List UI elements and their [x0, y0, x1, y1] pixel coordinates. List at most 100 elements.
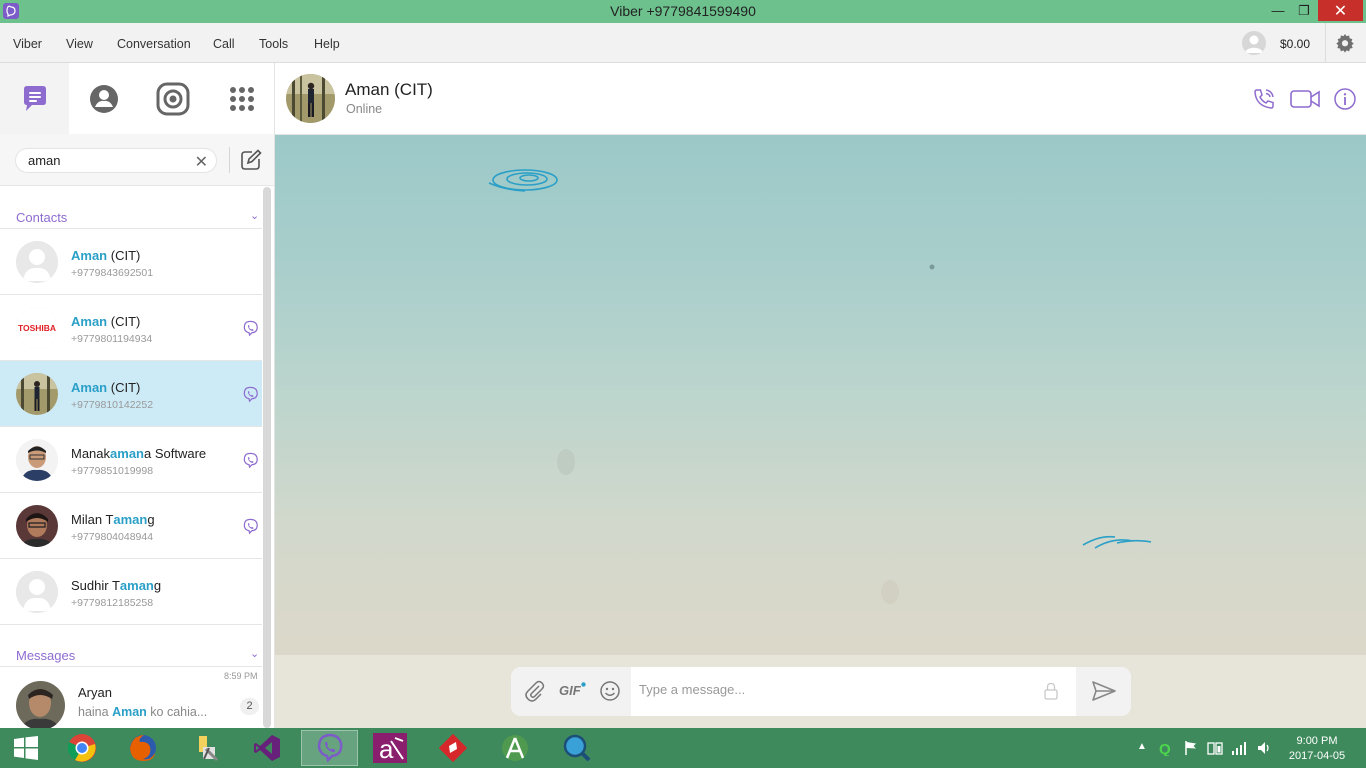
- tab-chats[interactable]: [0, 63, 69, 134]
- search-separator: [229, 147, 230, 173]
- svg-text:Q: Q: [1159, 741, 1171, 756]
- taskbar-red-app[interactable]: [427, 730, 479, 766]
- search-input[interactable]: [28, 153, 188, 168]
- viber-badge-icon: [243, 320, 258, 337]
- contact-name: Aman (CIT): [71, 314, 141, 329]
- menu-conversation[interactable]: Conversation: [117, 37, 191, 51]
- taskbar-firefox[interactable]: [117, 730, 169, 766]
- taskbar-android-studio[interactable]: [489, 730, 541, 766]
- chat-avatar[interactable]: [286, 74, 335, 123]
- contact-name: Sudhir Tamang: [71, 578, 162, 593]
- contact-sudhir-tamang[interactable]: Sudhir Tamang +9779812185258: [0, 559, 262, 625]
- viber-badge-icon: [243, 386, 258, 403]
- clock-time: 9:00 PM: [1296, 735, 1338, 747]
- quick-heal-tray-icon[interactable]: Q: [1158, 740, 1174, 756]
- taskbar-dev-tools[interactable]: [179, 730, 231, 766]
- title-bar: Viber +9779841599490 — ❐ ✕: [0, 0, 1366, 23]
- contact-phone: +9779810142252: [71, 399, 154, 411]
- taskbar-android-studio-a[interactable]: a: [364, 730, 416, 766]
- contact-aman-cit-1[interactable]: Aman (CIT) +9779843692501: [0, 229, 262, 295]
- menu-tools[interactable]: Tools: [259, 37, 288, 51]
- volume-icon[interactable]: [1256, 740, 1272, 756]
- taskbar-viber[interactable]: [301, 730, 358, 766]
- menu-separator: [1325, 23, 1326, 63]
- battery-icon[interactable]: [1207, 740, 1223, 756]
- contact-aman-cit-2[interactable]: TOSHIBA Aman (CIT) +9779801194934: [0, 295, 262, 361]
- avatar: [16, 681, 65, 728]
- menu-help[interactable]: Help: [314, 37, 340, 51]
- contact-name: Manakamana Software: [71, 446, 207, 461]
- minimize-button[interactable]: —: [1264, 0, 1292, 21]
- window-title: Viber +9779841599490: [610, 3, 756, 19]
- taskbar-chrome[interactable]: [56, 730, 108, 766]
- voice-call-icon[interactable]: [1252, 87, 1276, 111]
- chevron-down-icon[interactable]: ⌄: [250, 209, 259, 222]
- clock-date: 2017-04-05: [1288, 750, 1346, 762]
- gif-button[interactable]: GIF: [559, 683, 581, 698]
- chat-contact-name: Aman (CIT): [345, 80, 433, 99]
- contact-milan-tamang[interactable]: Milan Tamang +9779804048944: [0, 493, 262, 559]
- avatar: [16, 505, 58, 547]
- sidebar-scrollbar[interactable]: [263, 187, 271, 728]
- avatar: [16, 439, 58, 481]
- viber-badge-icon: [243, 452, 258, 469]
- system-clock[interactable]: 9:00 PM 2017-04-05: [1284, 734, 1350, 764]
- contact-manakamana-software[interactable]: Manakamana Software +9779851019998: [0, 427, 262, 493]
- send-button[interactable]: [1076, 667, 1131, 716]
- magnifier-app-icon: [563, 734, 591, 762]
- search-box[interactable]: ✕: [15, 148, 217, 173]
- attach-paperclip-icon[interactable]: [524, 680, 546, 702]
- menu-view[interactable]: View: [66, 37, 93, 51]
- close-button[interactable]: ✕: [1318, 0, 1363, 21]
- red-diamond-app-icon: [438, 733, 468, 763]
- start-button[interactable]: [0, 730, 52, 766]
- messages-section-header[interactable]: Messages ⌄: [0, 625, 262, 667]
- firefox-icon: [130, 735, 156, 761]
- sidebar-tabs: [0, 63, 274, 134]
- message-input[interactable]: [639, 682, 1029, 697]
- contacts-section-label: Contacts: [16, 210, 68, 225]
- contact-phone: +9779812185258: [71, 597, 154, 609]
- account-avatar-icon[interactable]: [1242, 31, 1266, 55]
- taskbar-visual-studio[interactable]: [241, 730, 293, 766]
- lock-icon[interactable]: [1043, 682, 1059, 700]
- menu-viber[interactable]: Viber: [13, 37, 42, 51]
- show-hidden-icons-chevron-icon[interactable]: ▲: [1137, 741, 1147, 757]
- restore-button[interactable]: ❐: [1290, 0, 1318, 21]
- info-icon[interactable]: [1333, 87, 1357, 111]
- taskbar-search-app[interactable]: [551, 730, 603, 766]
- avatar: [16, 373, 58, 415]
- emoji-icon[interactable]: [599, 680, 621, 702]
- settings-gear-icon[interactable]: [1334, 32, 1356, 54]
- contact-phone: +9779801194934: [71, 333, 153, 345]
- action-center-flag-icon[interactable]: [1183, 740, 1199, 756]
- toshiba-logo-text: TOSHIBA: [18, 323, 56, 333]
- contact-phone: +9779851019998: [71, 465, 154, 477]
- tab-contacts[interactable]: [69, 63, 138, 134]
- unread-count-badge: 2: [240, 698, 259, 715]
- menu-call[interactable]: Call: [213, 37, 235, 51]
- viber-badge-icon: [243, 518, 258, 535]
- video-call-icon[interactable]: [1290, 87, 1320, 111]
- tab-public-chats[interactable]: [138, 63, 207, 134]
- message-composer: GIF: [511, 667, 1131, 716]
- composer-tools: GIF: [511, 667, 631, 716]
- compose-new-message-icon[interactable]: [240, 149, 262, 171]
- chrome-icon: [67, 734, 96, 762]
- contact-aman-cit-3[interactable]: Aman (CIT) +9779810142252: [0, 361, 262, 427]
- chevron-down-icon[interactable]: ⌄: [250, 647, 259, 660]
- account-balance[interactable]: $0.00: [1280, 37, 1310, 51]
- message-time: 8:59 PM: [224, 671, 258, 681]
- a-app-icon: a: [373, 733, 407, 763]
- chats-tab-icon: [23, 85, 46, 111]
- clear-search-icon[interactable]: ✕: [195, 152, 208, 172]
- messages-section-label: Messages: [16, 648, 76, 663]
- chat-contact-status: Online: [346, 102, 383, 116]
- contacts-section-header[interactable]: Contacts ⌄: [0, 187, 262, 229]
- chat-background: [275, 135, 1366, 655]
- tab-dialpad[interactable]: [207, 63, 274, 134]
- network-signal-icon[interactable]: [1231, 740, 1247, 756]
- background-decoration: [488, 169, 1152, 604]
- android-studio-icon: [502, 735, 528, 761]
- message-list-item[interactable]: Aryan haina Aman ko cahia... 8:59 PM 2: [0, 668, 262, 728]
